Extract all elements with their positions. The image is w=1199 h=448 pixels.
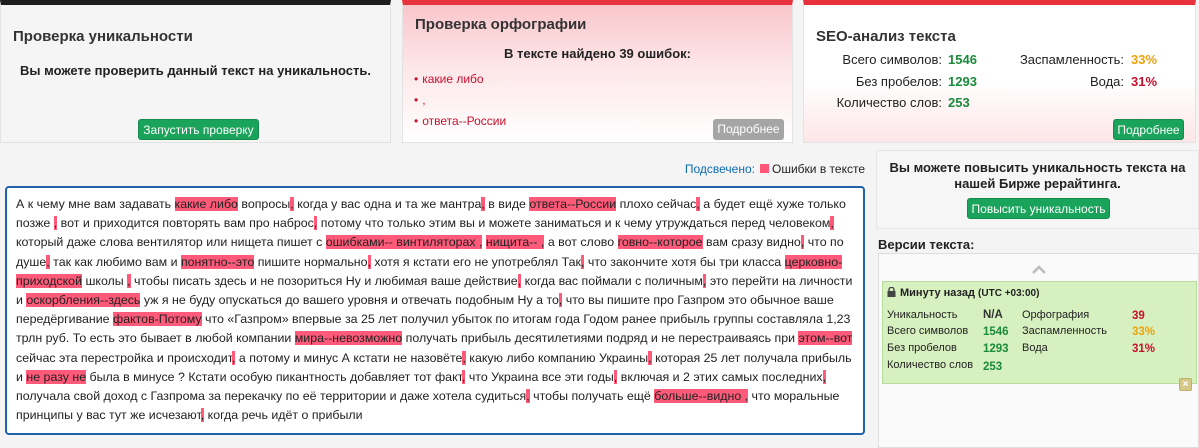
version-no-spaces-value: 1293	[983, 343, 1009, 355]
version-uniqueness-label: Уникальность	[887, 309, 958, 321]
version-no-spaces-label: Без пробелов	[887, 342, 957, 354]
version-spam-value: 33%	[1132, 326, 1156, 338]
highlight-legend-label[interactable]: Подсвечено:	[685, 162, 755, 176]
seo-total-chars-value: 1546	[948, 52, 977, 67]
spelling-error-highlight[interactable]: ,	[53, 216, 58, 231]
rewrite-promo: Вы можете повысить уникальность текста н…	[876, 150, 1199, 229]
spelling-error-highlight[interactable]: ,	[822, 369, 827, 384]
spelling-error-highlight[interactable]: церковно-приходской	[16, 254, 843, 288]
spelling-error-highlight[interactable]: мира--невозможно	[294, 331, 403, 346]
spelling-error-highlight[interactable]: ,	[648, 350, 652, 365]
spelling-error-highlight[interactable]: ,	[526, 389, 530, 404]
spelling-error-highlight[interactable]: ошибками--	[325, 235, 397, 250]
spelling-card: Проверка орфографии В тексте найдено 39 …	[402, 0, 793, 143]
seo-card: SEO-анализ текста Всего символов: 1546 Б…	[803, 0, 1196, 143]
spelling-error-highlight[interactable]: ,	[46, 254, 50, 269]
uniqueness-title: Проверка уникальности	[13, 28, 193, 45]
close-icon[interactable]: ×	[1179, 378, 1192, 391]
spelling-error-highlight[interactable]: понятно--это	[180, 254, 255, 269]
seo-no-spaces-label: Без пробелов:	[855, 74, 942, 89]
version-spelling-value: 39	[1132, 310, 1145, 322]
highlight-legend-item: Ошибки в тексте	[772, 162, 865, 176]
spelling-summary: В тексте найдено 39 ошибок:	[504, 46, 691, 61]
spelling-error-highlight[interactable]: ,	[517, 273, 522, 288]
spelling-error-highlight[interactable]: этом--вот	[798, 331, 853, 346]
spelling-error-item[interactable]: какие либо	[414, 72, 506, 93]
spelling-error-highlight[interactable]: ,	[481, 197, 485, 211]
uniqueness-card: Проверка уникальности Вы можете проверит…	[0, 0, 391, 143]
highlight-legend: Подсвечено: Ошибки в тексте	[685, 162, 865, 176]
spelling-error-highlight[interactable]: оскорбления--здесь	[26, 293, 141, 308]
version-spelling-label: Орфография	[1022, 309, 1090, 321]
seo-spam-label: Заспамленность:	[1019, 52, 1124, 67]
spelling-error-highlight[interactable]: ,	[702, 273, 707, 288]
version-water-label: Вода	[1022, 342, 1048, 354]
start-check-button[interactable]: Запустить проверку	[138, 119, 259, 140]
spelling-error-highlight[interactable]: фактов-Потому	[113, 312, 202, 327]
version-timezone: (UTC +03:00)	[978, 288, 1040, 299]
seo-water-value: 31%	[1131, 74, 1158, 89]
spelling-error-highlight[interactable]: ,	[313, 216, 318, 231]
version-spam-label: Заспамленность	[1022, 325, 1107, 337]
uniqueness-message: Вы можете проверить данный текст на уник…	[20, 63, 371, 78]
seo-words-label: Количество слов:	[836, 95, 942, 110]
spelling-error-list: какие либо , ответа--России	[414, 72, 506, 135]
seo-no-spaces-value: 1293	[948, 74, 977, 89]
version-header: Минуту назад (UTC +03:00)	[887, 286, 1040, 299]
version-uniqueness-value: N/A	[983, 309, 1003, 321]
error-highlight-swatch	[760, 164, 769, 173]
spelling-error-highlight[interactable]: ,	[367, 254, 371, 269]
version-total-chars-value: 1546	[983, 326, 1009, 338]
spelling-error-highlight[interactable]: больше--видно ,	[654, 389, 749, 404]
chevron-up-icon[interactable]	[879, 254, 1198, 278]
spelling-error-highlight[interactable]: ,	[461, 369, 466, 384]
spelling-title: Проверка орфографии	[415, 16, 587, 33]
right-panel: Вы можете повысить уникальность текста н…	[876, 150, 1199, 448]
spelling-error-item[interactable]: ,	[414, 93, 506, 114]
lock-icon	[887, 286, 896, 297]
spelling-error-item[interactable]: ответа--России	[414, 114, 506, 135]
editor-text[interactable]: А к чему мне вам задавать какие либо воп…	[16, 195, 854, 425]
seo-details-button[interactable]: Подробнее	[1113, 119, 1184, 140]
promo-message: Вы можете повысить уникальность текста н…	[889, 160, 1186, 191]
seo-total-chars-label: Всего символов:	[842, 52, 942, 67]
spelling-error-highlight[interactable]: ,	[800, 235, 805, 250]
version-water-value: 31%	[1132, 343, 1156, 355]
spelling-error-highlight[interactable]: ,	[127, 273, 131, 288]
spelling-error-highlight[interactable]: нищита-- ,	[485, 235, 545, 250]
spelling-error-highlight[interactable]: винтиляторах ,	[396, 235, 483, 250]
version-item[interactable]: Минуту назад (UTC +03:00) Уникальность N…	[882, 281, 1197, 384]
spelling-error-highlight[interactable]: ,	[830, 216, 834, 231]
text-editor[interactable]: А к чему мне вам задавать какие либо воп…	[5, 186, 865, 435]
spelling-error-highlight[interactable]: говно--которое	[617, 235, 703, 250]
spelling-error-highlight[interactable]: ,	[580, 254, 585, 269]
version-total-chars-label: Всего символов	[887, 325, 969, 337]
spelling-error-highlight[interactable]: ,	[200, 408, 205, 423]
spelling-error-highlight[interactable]: ,	[462, 350, 466, 365]
spelling-details-button[interactable]: Подробнее	[713, 119, 784, 140]
versions-list: Минуту назад (UTC +03:00) Уникальность N…	[878, 253, 1199, 448]
versions-title: Версии текста:	[878, 237, 975, 252]
spelling-error-highlight[interactable]: ,	[290, 197, 294, 211]
increase-uniqueness-button[interactable]: Повысить уникальность	[967, 198, 1110, 219]
seo-title: SEO-анализ текста	[816, 28, 956, 45]
version-words-value: 253	[983, 361, 1003, 373]
seo-words-value: 253	[948, 95, 970, 110]
seo-water-label: Вода:	[1089, 74, 1124, 89]
spelling-error-highlight[interactable]: ,	[558, 293, 563, 308]
spelling-error-highlight[interactable]: не разу не	[26, 369, 87, 384]
version-words-label: Количество слов	[887, 359, 974, 371]
seo-spam-value: 33%	[1131, 52, 1158, 67]
spelling-error-highlight[interactable]: ,	[232, 350, 236, 365]
spelling-error-highlight[interactable]: ответа--России	[529, 197, 617, 211]
spelling-error-highlight[interactable]: ,	[613, 369, 618, 384]
version-time: Минуту назад	[900, 287, 975, 299]
spelling-error-highlight[interactable]: какие либо	[174, 197, 238, 211]
spelling-error-highlight[interactable]: ,	[696, 197, 700, 211]
